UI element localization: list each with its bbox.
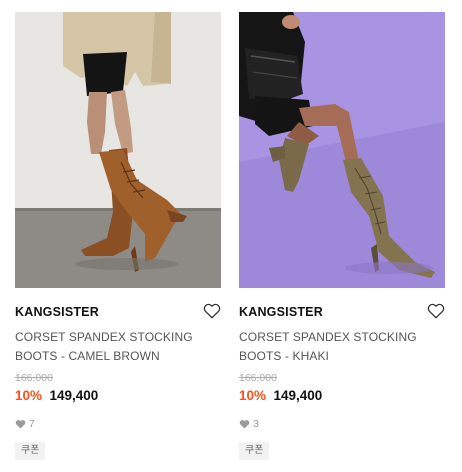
heart-outline-icon[interactable] bbox=[427, 302, 445, 320]
product-card[interactable]: KANGSISTER CORSET SPANDEX STOCKING BOOTS… bbox=[239, 12, 445, 460]
heart-filled-icon bbox=[15, 420, 26, 429]
product-grid: KANGSISTER CORSET SPANDEX STOCKING BOOTS… bbox=[0, 0, 462, 472]
like-count-value: 7 bbox=[29, 418, 35, 430]
product-card[interactable]: KANGSISTER CORSET SPANDEX STOCKING BOOTS… bbox=[15, 12, 221, 460]
like-count: 7 bbox=[15, 417, 221, 431]
coupon-badge: 쿠폰 bbox=[239, 442, 270, 460]
product-image[interactable] bbox=[15, 12, 221, 288]
original-price: 166,000 bbox=[239, 372, 277, 384]
sale-price: 149,400 bbox=[49, 388, 99, 403]
heart-outline-icon[interactable] bbox=[203, 302, 221, 320]
coupon-badge: 쿠폰 bbox=[15, 442, 46, 460]
product-title[interactable]: CORSET SPANDEX STOCKING BOOTS - CAMEL BR… bbox=[15, 328, 215, 366]
product-brand[interactable]: KANGSISTER bbox=[15, 302, 221, 322]
product-brand[interactable]: KANGSISTER bbox=[239, 302, 445, 322]
heart-filled-icon bbox=[239, 420, 250, 429]
discount-rate: 10% bbox=[15, 388, 43, 403]
like-count-value: 3 bbox=[253, 418, 259, 430]
product-image[interactable] bbox=[239, 12, 445, 288]
original-price: 166,000 bbox=[15, 372, 53, 384]
product-title[interactable]: CORSET SPANDEX STOCKING BOOTS - KHAKI bbox=[239, 328, 439, 366]
product-photo-camel bbox=[15, 12, 221, 288]
sale-price: 149,400 bbox=[273, 388, 323, 403]
product-photo-khaki bbox=[239, 12, 445, 288]
like-count: 3 bbox=[239, 417, 445, 431]
discount-rate: 10% bbox=[239, 388, 267, 403]
